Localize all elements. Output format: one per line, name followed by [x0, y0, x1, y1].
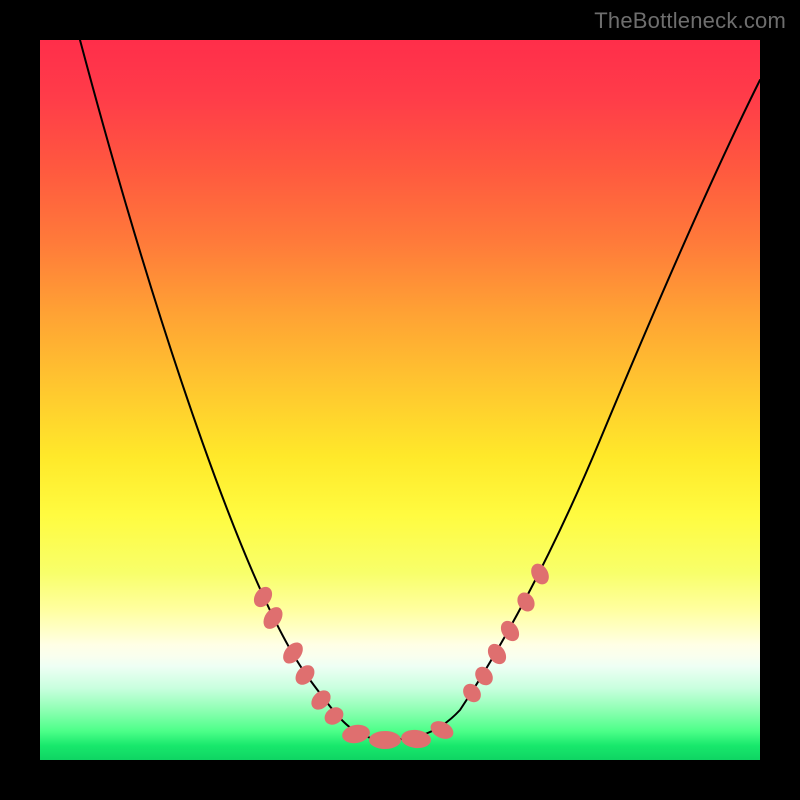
data-marker: [528, 560, 553, 587]
data-marker: [484, 640, 510, 667]
data-marker: [279, 639, 307, 668]
data-marker: [250, 583, 276, 610]
watermark-text: TheBottleneck.com: [594, 8, 786, 34]
data-marker: [260, 604, 287, 633]
chart-frame: TheBottleneck.com: [0, 0, 800, 800]
data-marker: [321, 704, 347, 729]
data-marker: [400, 728, 432, 749]
data-marker: [459, 680, 484, 706]
data-marker: [428, 718, 457, 743]
plot-area: [40, 40, 760, 760]
data-marker: [369, 731, 401, 749]
data-marker: [341, 723, 372, 746]
bottleneck-curve: [80, 40, 760, 740]
data-marker: [514, 589, 538, 614]
chart-svg: [40, 40, 760, 760]
data-marker: [497, 617, 523, 644]
